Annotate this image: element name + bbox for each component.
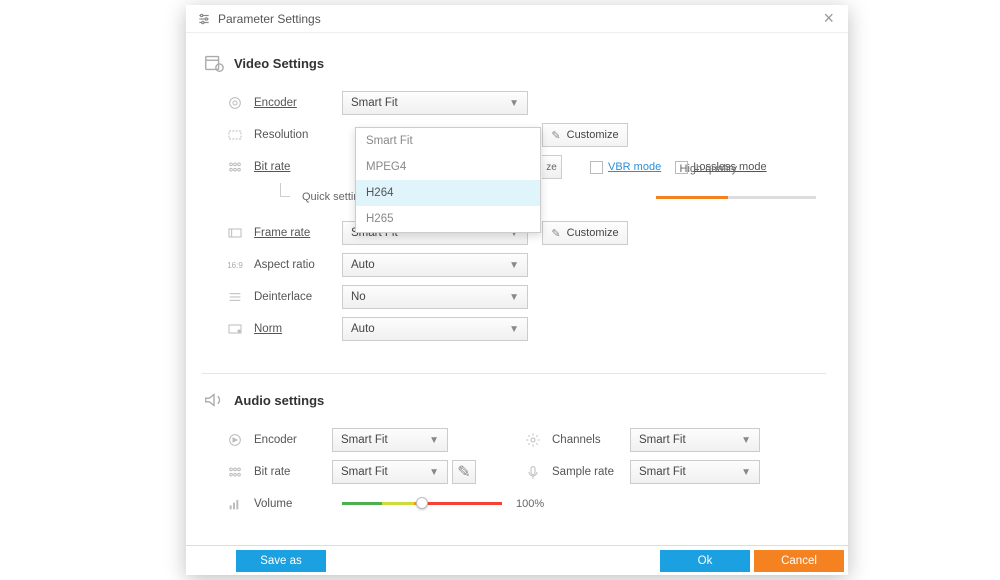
audio-bitrate-edit-button[interactable]: ✎: [452, 460, 476, 484]
encoder-icon: [226, 94, 244, 112]
deinterlace-row: Deinterlace No ▼: [202, 281, 826, 313]
chevron-down-icon: ▼: [509, 260, 519, 271]
section-divider: [202, 373, 826, 374]
norm-icon: [226, 320, 244, 338]
encoder-option[interactable]: Smart Fit: [356, 128, 540, 154]
vbr-mode-checkbox[interactable]: VBR mode: [590, 161, 661, 174]
parameter-settings-dialog: Parameter Settings × Video Settings Enco…: [186, 5, 848, 575]
encoder-dropdown[interactable]: Smart Fit MPEG4 H264 H265: [355, 127, 541, 233]
bracket-icon: [280, 183, 290, 197]
encoder-label: Encoder: [254, 97, 342, 109]
video-section-title: Video Settings: [234, 56, 324, 71]
norm-label: Norm: [254, 323, 342, 335]
audio-section-header: Audio settings: [202, 388, 826, 412]
volume-label: Volume: [254, 498, 342, 510]
deinterlace-select[interactable]: No ▼: [342, 285, 528, 309]
pencil-icon: ✎: [551, 227, 560, 240]
content: Video Settings Encoder Smart Fit ▼ Resol…: [186, 33, 848, 545]
title-text: Parameter Settings: [218, 12, 321, 26]
bitrate-customize-tail[interactable]: ze: [542, 155, 562, 179]
ok-button[interactable]: Ok: [660, 550, 750, 572]
volume-value: 100%: [516, 498, 544, 510]
framerate-customize-button[interactable]: ✎ Customize: [542, 221, 628, 245]
aspect-value: Auto: [351, 259, 375, 271]
customize-label: Customize: [567, 129, 619, 141]
norm-value: Auto: [351, 323, 375, 335]
deinterlace-icon: [226, 288, 244, 306]
aspect-row: 16:9 Aspect ratio Auto ▼: [202, 249, 826, 281]
channels-label: Channels: [552, 434, 630, 446]
encoder-select[interactable]: Smart Fit ▼: [342, 91, 528, 115]
save-as-button[interactable]: Save as: [236, 550, 326, 572]
volume-row: Volume 100%: [202, 488, 826, 520]
chevron-down-icon: ▼: [509, 98, 519, 109]
norm-select[interactable]: Auto ▼: [342, 317, 528, 341]
framerate-label: Frame rate: [254, 227, 342, 239]
chevron-down-icon: ▼: [509, 324, 519, 335]
chevron-down-icon: ▼: [429, 467, 439, 478]
pencil-icon: ✎: [551, 129, 560, 142]
audio-bitrate-label: Bit rate: [254, 466, 332, 478]
encoder-row: Encoder Smart Fit ▼: [202, 87, 826, 119]
dialog-footer: Save as Ok Cancel: [186, 545, 848, 575]
channels-icon: [524, 431, 542, 449]
samplerate-row: Sample rate Smart Fit ▼: [514, 456, 826, 488]
titlebar: Parameter Settings ×: [186, 5, 848, 33]
samplerate-select[interactable]: Smart Fit ▼: [630, 460, 760, 484]
slider-segment: [656, 196, 728, 199]
encoder-option[interactable]: H265: [356, 206, 540, 232]
channels-select[interactable]: Smart Fit ▼: [630, 428, 760, 452]
slider-segment: [728, 196, 816, 199]
encoder-value: Smart Fit: [351, 97, 398, 109]
bitrate-label: Bit rate: [254, 161, 342, 173]
cancel-button[interactable]: Cancel: [754, 550, 844, 572]
encoder-option[interactable]: H264: [356, 180, 540, 206]
audio-bitrate-icon: [226, 463, 244, 481]
high-quality-label: High quality: [680, 163, 737, 175]
chevron-down-icon: ▼: [429, 435, 439, 446]
audio-encoder-icon: [226, 431, 244, 449]
channels-row: Channels Smart Fit ▼: [514, 424, 826, 456]
close-button[interactable]: ×: [819, 8, 838, 29]
samplerate-label: Sample rate: [552, 466, 630, 478]
chevron-down-icon: ▼: [509, 292, 519, 303]
audio-section-title: Audio settings: [234, 393, 324, 408]
encoder-option[interactable]: MPEG4: [356, 154, 540, 180]
aspect-label: Aspect ratio: [254, 259, 342, 271]
settings-sliders-icon: [196, 11, 212, 27]
resolution-customize-button[interactable]: ✎ Customize: [542, 123, 628, 147]
bitrate-icon: [226, 158, 244, 176]
video-section-header: Video Settings: [202, 51, 826, 75]
audio-encoder-label: Encoder: [254, 434, 332, 446]
aspect-icon: 16:9: [226, 256, 244, 274]
checkbox-icon: [590, 161, 603, 174]
audio-settings-icon: [202, 388, 226, 412]
chevron-down-icon: ▼: [741, 435, 751, 446]
volume-icon: [226, 495, 244, 513]
quality-slider-track: [656, 196, 816, 199]
chevron-down-icon: ▼: [741, 467, 751, 478]
deinterlace-value: No: [351, 291, 366, 303]
audio-bitrate-row: Bit rate Smart Fit ▼ ✎: [202, 456, 514, 488]
norm-row: Norm Auto ▼: [202, 313, 826, 345]
resolution-icon: [226, 126, 244, 144]
samplerate-icon: [524, 463, 542, 481]
vbr-label: VBR mode: [608, 161, 661, 173]
deinterlace-label: Deinterlace: [254, 291, 342, 303]
video-settings-icon: [202, 51, 226, 75]
audio-grid: Encoder Smart Fit ▼ Bit rate Smart Fit ▼: [202, 424, 826, 520]
audio-encoder-select[interactable]: Smart Fit ▼: [332, 428, 448, 452]
volume-slider[interactable]: [342, 502, 502, 506]
volume-thumb[interactable]: [416, 497, 428, 509]
resolution-label: Resolution: [254, 129, 342, 141]
customize-label: Customize: [567, 227, 619, 239]
framerate-icon: [226, 224, 244, 242]
aspect-select[interactable]: Auto ▼: [342, 253, 528, 277]
audio-bitrate-select[interactable]: Smart Fit ▼: [332, 460, 448, 484]
audio-encoder-row: Encoder Smart Fit ▼: [202, 424, 514, 456]
